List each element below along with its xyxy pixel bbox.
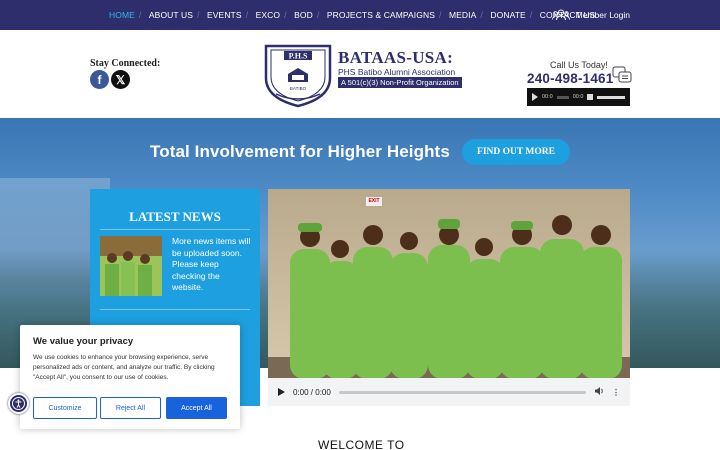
site-header: Stay Connected: f 𝕏 P.H.S BATIBO BATAAS-…	[0, 30, 720, 118]
x-twitter-icon[interactable]: 𝕏	[111, 70, 130, 89]
divider	[100, 229, 250, 230]
phone-number[interactable]: 240-498-1461	[527, 71, 613, 86]
nav-item-bod[interactable]: BOD	[284, 10, 320, 20]
logo-text: P.H.S	[289, 52, 308, 61]
member-login-link[interactable]: Member Login	[551, 9, 630, 21]
volume-icon[interactable]	[594, 386, 604, 398]
divider	[100, 309, 250, 310]
nav-item-exco[interactable]: EXCO	[246, 10, 288, 20]
play-icon[interactable]	[532, 93, 538, 101]
hero-title: Total Involvement for Higher Heights	[150, 142, 450, 161]
cookie-title: We value your privacy	[33, 336, 134, 347]
main-menu: HOME ABOUT US EVENTS EXCO BOD PROJECTS &…	[102, 0, 602, 30]
nav-item-home[interactable]: HOME	[102, 10, 142, 20]
header-audio-player[interactable]: 00:0 00:0	[527, 88, 630, 106]
member-login-label: Member Login	[575, 10, 630, 20]
school-crest-logo[interactable]: P.H.S BATIBO	[262, 40, 334, 113]
cookie-message: We use cookies to enhance your browsing …	[33, 354, 215, 381]
accessibility-icon[interactable]	[8, 393, 29, 414]
group-photo	[268, 215, 630, 379]
social-links: f 𝕏	[90, 70, 130, 89]
audio-progress-bar[interactable]	[556, 95, 569, 99]
top-navigation: HOME ABOUT US EVENTS EXCO BOD PROJECTS &…	[0, 0, 720, 30]
video-controls: 0:00 / 0:00 ⋮	[268, 378, 630, 406]
audio-duration: 00:0	[572, 94, 584, 100]
video-seek-bar[interactable]	[338, 390, 586, 394]
welcome-heading: WELCOME TO	[318, 438, 405, 450]
brand-title: BATAAS-USA:	[338, 48, 454, 67]
stay-connected-label: Stay Connected:	[90, 58, 161, 69]
accept-all-button[interactable]: Accept All	[166, 397, 227, 419]
video-time: 0:00 / 0:00	[293, 387, 331, 397]
nonprofit-badge: A 501(c)(3) Non-Profit Organization	[338, 77, 462, 88]
nav-item-projects-campaigns[interactable]: PROJECTS & CAMPAIGNS	[317, 10, 442, 20]
news-thumbnail[interactable]	[100, 236, 162, 296]
cookie-consent-banner: We value your privacy We use cookies to …	[20, 325, 240, 429]
nav-item-events[interactable]: EVENTS	[197, 10, 249, 20]
nav-item-media[interactable]: MEDIA	[439, 10, 483, 20]
audio-current-time: 00:0	[542, 94, 553, 100]
customize-button[interactable]: Customize	[33, 397, 97, 419]
phone-icon	[612, 66, 632, 89]
logo-subtext: BATIBO	[290, 86, 307, 91]
more-options-icon[interactable]: ⋮	[612, 388, 620, 397]
group-photo-video[interactable]: EXIT 0:00 / 0:00 ⋮	[268, 189, 630, 406]
nav-item-donate[interactable]: DONATE	[480, 10, 532, 20]
users-icon	[551, 9, 570, 21]
reject-all-button[interactable]: Reject All	[100, 397, 161, 419]
volume-icon[interactable]	[587, 94, 594, 100]
call-us-label: Call Us Today!	[550, 60, 608, 70]
find-out-more-button[interactable]: FIND OUT MORE	[462, 139, 570, 165]
latest-news-heading: LATEST NEWS	[129, 209, 221, 224]
volume-slider[interactable]	[597, 95, 625, 99]
facebook-icon[interactable]: f	[90, 70, 109, 89]
play-icon[interactable]	[278, 388, 285, 396]
nav-item-about-us[interactable]: ABOUT US	[139, 10, 200, 20]
news-item-text: More news items will be uploaded soon. P…	[172, 236, 251, 292]
brand-subtitle: PHS Batibo Alumni Association	[338, 67, 456, 77]
